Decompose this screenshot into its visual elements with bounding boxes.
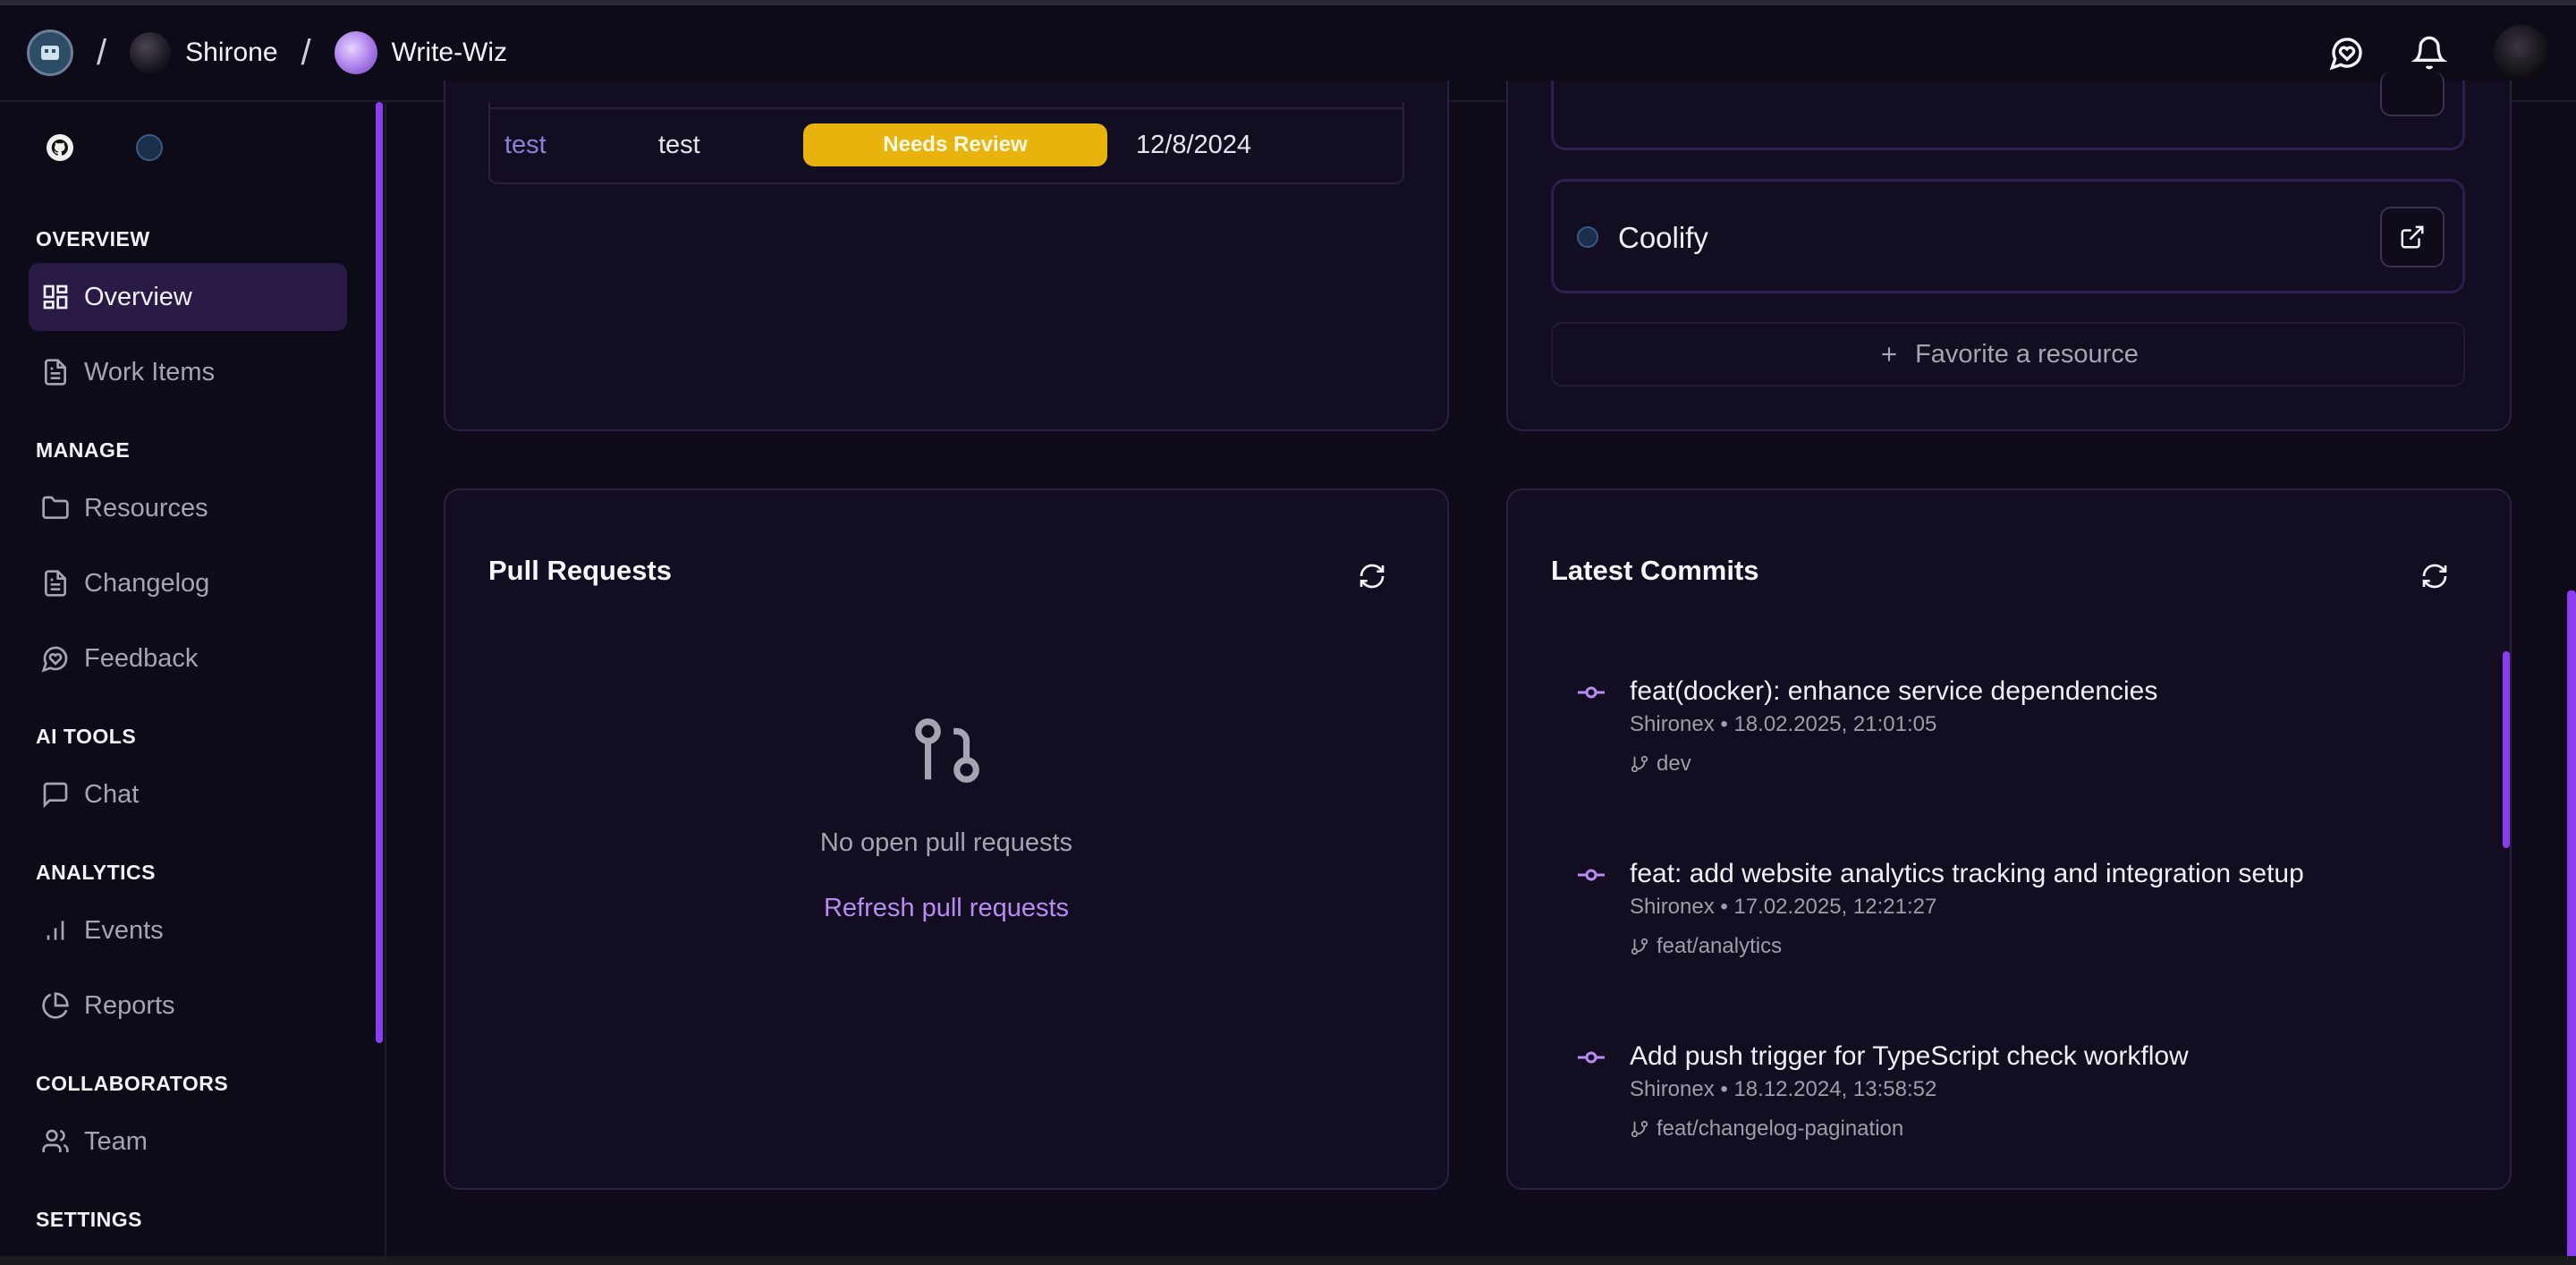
sidebar-item-changelog[interactable]: Changelog	[29, 549, 347, 617]
favorite-resource-button[interactable]: Favorite a resource	[1551, 322, 2465, 386]
sidebar-item-reports[interactable]: Reports	[29, 972, 347, 1040]
org-avatar	[130, 32, 172, 73]
breadcrumb-project[interactable]: Write-Wiz	[334, 31, 508, 74]
org-name: Shirone	[185, 38, 278, 67]
commit-branch-name: feat/changelog-pagination	[1657, 1116, 1904, 1141]
feedback-chat-icon[interactable]	[2329, 35, 2365, 71]
section-analytics: ANALYTICS	[36, 861, 156, 884]
refresh-pull-requests-button[interactable]	[1354, 558, 1390, 594]
pie-chart-icon	[42, 992, 69, 1019]
bar-chart-icon	[47, 921, 64, 940]
section-settings: SETTINGS	[36, 1208, 143, 1231]
sidebar-item-events[interactable]: Events	[29, 896, 347, 964]
commit-branch: feat/changelog-pagination	[1630, 1116, 1903, 1142]
commit-branch: dev	[1630, 751, 1691, 777]
refresh-icon	[2422, 564, 2447, 589]
breadcrumb-org[interactable]: Shirone	[130, 32, 278, 73]
favorite-resource-label: Favorite a resource	[1915, 339, 2139, 369]
open-external-button[interactable]	[2380, 207, 2445, 267]
sidebar-item-feedback[interactable]: Feedback	[29, 624, 347, 692]
git-commit-icon	[1578, 1051, 1605, 1064]
commit-message: feat(docker): enhance service dependenci…	[1630, 676, 2158, 706]
project-name: Write-Wiz	[391, 38, 508, 67]
file-text-icon	[45, 359, 66, 386]
sidebar-item-label: Chat	[84, 779, 140, 809]
file-text-icon	[45, 570, 66, 597]
work-item-description: test	[658, 131, 700, 159]
sidebar-item-label: Overview	[84, 282, 192, 311]
empty-state-text: No open pull requests	[819, 828, 1073, 857]
status-badge: Needs Review	[803, 123, 1107, 166]
sidebar-item-overview[interactable]: Overview	[29, 263, 347, 331]
project-avatar	[334, 31, 377, 74]
commit-message: Add push trigger for TypeScript check wo…	[1630, 1041, 2189, 1071]
breadcrumb-separator: /	[97, 32, 107, 72]
sidebar-scrollbar[interactable]	[376, 102, 383, 1043]
commit-branch-name: feat/analytics	[1657, 934, 1783, 958]
folder-icon	[42, 496, 69, 519]
commits-scrollbar[interactable]	[2503, 651, 2510, 848]
git-branch-icon	[1631, 1120, 1648, 1138]
commit-meta: Shironex • 18.12.2024, 13:58:52	[1630, 1077, 1937, 1101]
window-bottom-edge	[0, 1256, 2576, 1265]
app-logo[interactable]	[27, 30, 73, 76]
breadcrumb-separator: /	[301, 32, 311, 72]
coolify-icon	[1577, 226, 1598, 248]
git-pull-request-icon	[915, 718, 979, 783]
sidebar: OVERVIEW Overview Work Items MANAGE Reso…	[0, 102, 386, 1265]
resource-item-partial[interactable]	[1551, 72, 2465, 150]
user-avatar[interactable]	[2494, 25, 2549, 81]
commit-branch-name: dev	[1657, 751, 1691, 776]
refresh-icon	[1360, 564, 1385, 589]
refresh-commits-button[interactable]	[2417, 558, 2453, 594]
sidebar-item-work-items[interactable]: Work Items	[29, 338, 347, 406]
sidebar-item-label: Team	[84, 1126, 148, 1156]
work-item-date: 12/8/2024	[1136, 131, 1252, 159]
section-manage: MANAGE	[36, 438, 131, 462]
integration-icons	[47, 134, 163, 161]
pull-requests-title: Pull Requests	[488, 555, 672, 586]
git-commit-icon	[1578, 869, 1605, 881]
resource-name: Coolify	[1618, 221, 1708, 254]
section-overview: OVERVIEW	[36, 227, 150, 250]
page-scrollbar[interactable]	[2567, 590, 2576, 1265]
sidebar-item-label: Feedback	[84, 643, 199, 673]
open-external-button[interactable]	[2380, 72, 2445, 116]
users-icon	[42, 1129, 69, 1152]
external-link-icon	[2401, 225, 2424, 249]
sidebar-item-label: Reports	[84, 990, 175, 1020]
sidebar-item-team[interactable]: Team	[29, 1108, 347, 1176]
table-header-divider	[490, 107, 1402, 109]
commit-message: feat: add website analytics tracking and…	[1630, 859, 2304, 888]
message-heart-icon	[41, 646, 68, 673]
dashboard-icon	[43, 284, 68, 310]
commit-meta: Shironex • 17.02.2025, 12:21:27	[1630, 895, 1937, 919]
work-items-table: test test Needs Review 12/8/2024	[488, 102, 1404, 184]
plus-icon	[1882, 347, 1896, 361]
latest-commits-title: Latest Commits	[1551, 555, 1759, 586]
section-ai-tools: AI TOOLS	[36, 725, 137, 748]
commit-branch: feat/analytics	[1630, 934, 1782, 959]
sidebar-item-label: Events	[84, 915, 164, 945]
notifications-bell-icon[interactable]	[2411, 35, 2447, 71]
sidebar-item-label: Work Items	[84, 357, 216, 386]
git-branch-icon	[1631, 938, 1648, 955]
commit-meta: Shironex • 18.02.2025, 21:01:05	[1630, 712, 1937, 736]
message-square-icon	[43, 782, 68, 809]
work-item-title-link[interactable]: test	[504, 131, 547, 160]
git-commit-icon	[1578, 686, 1605, 699]
sidebar-item-chat[interactable]: Chat	[29, 760, 347, 828]
coolify-icon[interactable]	[136, 134, 163, 161]
section-collaborators: COLLABORATORS	[36, 1072, 229, 1095]
sidebar-item-label: Resources	[84, 493, 208, 522]
sidebar-item-resources[interactable]: Resources	[29, 474, 347, 542]
sidebar-item-label: Changelog	[84, 568, 210, 598]
git-branch-icon	[1631, 755, 1648, 773]
github-icon[interactable]	[47, 134, 73, 161]
resource-item-coolify[interactable]: Coolify	[1551, 179, 2465, 293]
refresh-pull-requests-link[interactable]: Refresh pull requests	[488, 894, 1404, 923]
